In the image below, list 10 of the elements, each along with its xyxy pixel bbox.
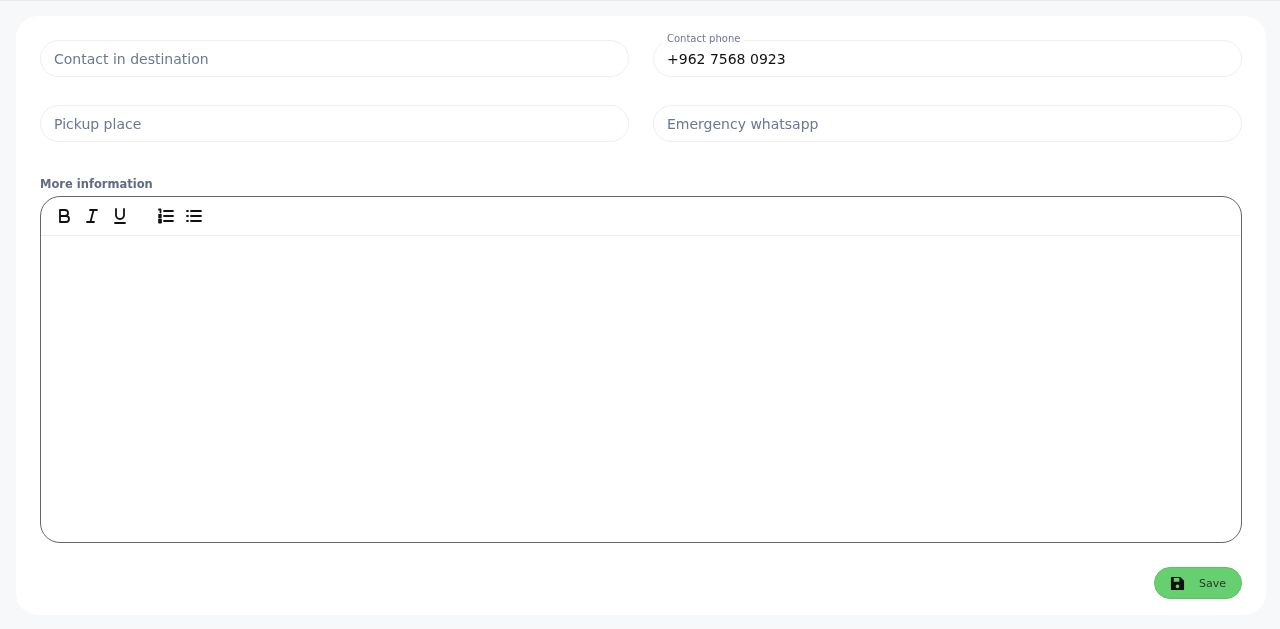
text-field[interactable]: Pickup place	[40, 105, 629, 142]
editor-label: More information	[40, 177, 154, 191]
underline-icon[interactable]	[111, 207, 129, 225]
save-button[interactable]: Save	[1154, 567, 1242, 599]
text-field[interactable]: Contact in destination	[40, 40, 629, 77]
numbered-list-icon[interactable]	[157, 207, 175, 225]
italic-icon[interactable]	[83, 207, 101, 225]
save-icon	[1170, 575, 1185, 591]
text-field[interactable]: Emergency whatsapp	[653, 105, 1242, 142]
bullet-list-icon[interactable]	[185, 207, 203, 225]
